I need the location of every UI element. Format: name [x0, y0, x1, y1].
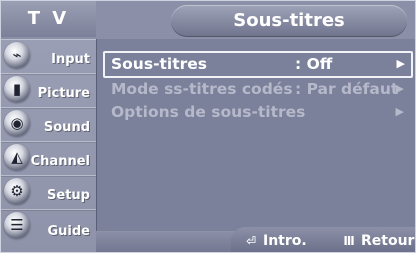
- enter-label: Intro.: [263, 233, 307, 249]
- sidebar-item-label: Setup: [47, 188, 90, 203]
- sidebar-item-input[interactable]: ⌁ Input: [1, 39, 96, 75]
- guide-icon: ☰: [4, 212, 30, 238]
- enter-icon: ⏎: [245, 234, 257, 248]
- sidebar-item-picture[interactable]: ▮ Picture: [1, 73, 96, 109]
- input-icon: ⌁: [4, 42, 30, 68]
- page-title: Sous-titres: [233, 10, 345, 31]
- sidebar-item-guide[interactable]: ☰ Guide: [1, 209, 96, 252]
- sidebar-item-label: Input: [51, 52, 90, 67]
- sound-icon: ◉: [4, 110, 30, 136]
- sidebar-item-sound[interactable]: ◉ Sound: [1, 107, 96, 143]
- menu-row-label: Options de sous-titres: [111, 103, 306, 121]
- sidebar-item-label: Picture: [37, 86, 90, 101]
- sidebar: ⌁ Input ▮ Picture ◉ Sound ◭ Channel ⚙ Se…: [1, 39, 96, 252]
- return-hint[interactable]: Ⅲ Retour: [341, 231, 414, 252]
- menu-row-label: Sous-titres: [111, 55, 208, 73]
- menu-row-mode-ss-titres-codes[interactable]: Mode ss-titres codés : Par défaut ▶: [105, 78, 410, 100]
- menu-row-sous-titres[interactable]: Sous-titres : Off ▶: [103, 51, 413, 78]
- sidebar-item-label: Sound: [43, 120, 90, 135]
- right-arrow-icon: ▶: [396, 57, 405, 70]
- return-icon: Ⅲ: [343, 234, 355, 248]
- menu-row-value: : Off: [295, 55, 333, 73]
- picture-icon: ▮: [4, 76, 30, 102]
- tv-label: T V: [1, 1, 96, 37]
- menu-row-options-sous-titres[interactable]: Options de sous-titres ▶: [105, 101, 410, 123]
- sidebar-item-setup[interactable]: ⚙ Setup: [1, 175, 96, 211]
- setup-icon: ⚙: [4, 178, 30, 204]
- sidebar-item-label: Channel: [30, 154, 90, 169]
- menu-row-label: Mode ss-titres codés: [111, 80, 293, 98]
- enter-hint[interactable]: ⏎ Intro.: [243, 231, 307, 252]
- tv-osd-frame: T V Sous-titres ⌁ Input ▮ Picture ◉ Soun…: [0, 0, 416, 253]
- return-label: Retour: [361, 233, 415, 249]
- right-arrow-icon: ▶: [395, 105, 404, 118]
- channel-icon: ◭: [4, 144, 30, 170]
- right-arrow-icon: ▶: [395, 82, 404, 95]
- sidebar-item-channel[interactable]: ◭ Channel: [1, 141, 96, 177]
- sidebar-item-label: Guide: [47, 224, 90, 239]
- main-menu-panel: Sous-titres : Off ▶ Mode ss-titres codés…: [96, 39, 415, 252]
- menu-row-value: : Par défaut: [295, 80, 399, 98]
